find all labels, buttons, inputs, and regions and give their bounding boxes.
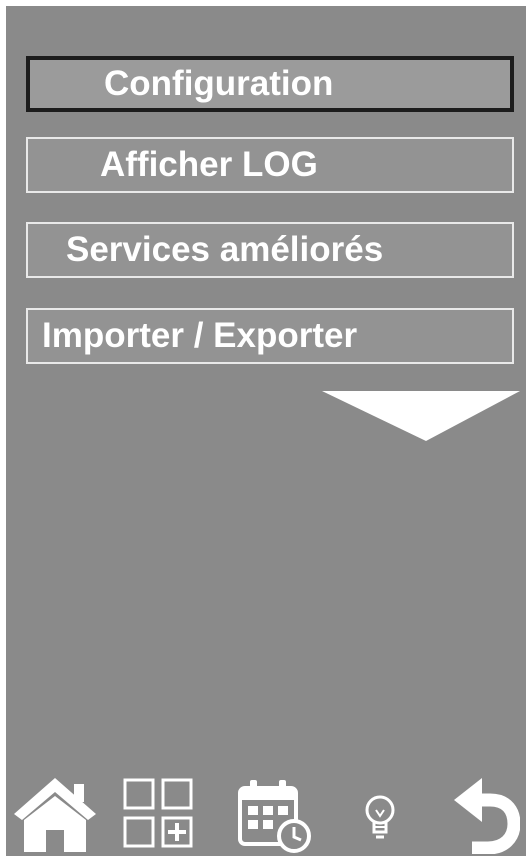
lightbulb-icon[interactable]: [358, 774, 402, 854]
services-ameliores-button[interactable]: Services améliorés: [26, 222, 514, 278]
bottom-toolbar: [6, 766, 526, 856]
services-ameliores-label: Services améliorés: [66, 230, 384, 269]
calendar-clock-icon[interactable]: [236, 774, 314, 854]
afficher-log-button[interactable]: Afficher LOG: [26, 137, 514, 193]
scroll-down-icon[interactable]: [322, 391, 520, 441]
configuration-label: Configuration: [104, 64, 334, 103]
back-arrow-icon[interactable]: [452, 774, 520, 854]
menu-screen: Configuration Afficher LOG Services amél…: [6, 6, 526, 856]
grid-add-icon[interactable]: [122, 774, 194, 854]
afficher-log-label: Afficher LOG: [100, 145, 318, 184]
configuration-button[interactable]: Configuration: [26, 56, 514, 112]
importer-exporter-button[interactable]: Importer / Exporter: [26, 308, 514, 364]
home-icon[interactable]: [10, 774, 100, 854]
importer-exporter-label: Importer / Exporter: [42, 316, 358, 355]
